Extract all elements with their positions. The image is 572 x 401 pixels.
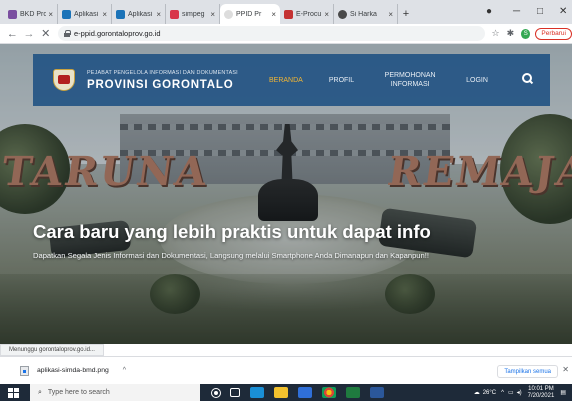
tab-title: Aplikasi	[128, 10, 153, 18]
org-title: PROVINSI GORONTALO	[87, 78, 234, 91]
show-all-downloads-button[interactable]: Tampilkan semua	[497, 365, 558, 378]
network-icon[interactable]: ▭	[508, 389, 514, 396]
site-header: PEJABAT PENGELOLA INFORMASI DAN DOKUMENT…	[33, 54, 550, 106]
browser-tab-active[interactable]: PPID Pr ×	[220, 4, 280, 24]
clock[interactable]: 10:01 PM 7/20/2021	[528, 386, 555, 400]
download-options-icon[interactable]: ^	[123, 367, 126, 374]
menu-permohonan-informasi[interactable]: PERMOHONAN INFORMASI	[380, 71, 440, 89]
weather-icon[interactable]: ☁	[474, 389, 480, 396]
browser-tab[interactable]: Aplikasi ×	[112, 4, 166, 24]
weather-temp[interactable]: 26°C	[483, 390, 496, 396]
volume-icon[interactable]: ◂)	[517, 389, 522, 396]
update-button[interactable]: Perbarui	[535, 27, 572, 40]
download-filename[interactable]: aplikasi-simda-bmd.png	[37, 367, 109, 374]
browser-tab[interactable]: simpeg ×	[166, 4, 220, 24]
back-icon[interactable]: ←	[4, 28, 21, 40]
update-label: Perbarui	[541, 30, 566, 37]
tab-favicon-icon	[170, 9, 179, 19]
close-window-button[interactable]: ✕	[559, 3, 567, 19]
file-explorer-icon[interactable]	[274, 387, 288, 398]
system-tray: ☁ 26°C ^ ▭ ◂) 10:01 PM 7/20/2021 ▤	[474, 384, 566, 401]
site-brand[interactable]: PEJABAT PENGELOLA INFORMASI DAN DOKUMENT…	[87, 70, 238, 91]
browser-window: { "tabs": [ {"title": "BKD Pro", "color"…	[0, 0, 572, 401]
taskbar-search[interactable]: ⌕ Type here to search	[30, 384, 200, 401]
web-page-viewport: TARUNA REMAJA PEJABAT PENGELOLA INFORMAS…	[0, 44, 572, 344]
image-file-icon[interactable]	[20, 365, 29, 376]
status-bar: Menunggu gorontaloprov.go.id...	[0, 344, 104, 356]
cortana-icon[interactable]	[212, 388, 220, 397]
bookmark-star-icon[interactable]: ☆	[492, 28, 500, 39]
tab-title: E-Procu	[296, 10, 322, 18]
org-subtitle: PEJABAT PENGELOLA INFORMASI DAN DOKUMENT…	[87, 69, 238, 76]
task-view-icon[interactable]	[230, 388, 240, 397]
close-shelf-icon[interactable]: ✕	[562, 365, 569, 374]
browser-tab[interactable]: Si Harka ×	[334, 4, 398, 24]
tab-favicon-icon	[8, 9, 17, 19]
search-icon: ⌕	[38, 388, 42, 396]
tab-close-icon[interactable]: ×	[324, 10, 329, 19]
tab-favicon-icon	[224, 9, 233, 19]
notifications-icon[interactable]: ▤	[560, 389, 566, 396]
tab-close-icon[interactable]: ×	[48, 10, 53, 19]
download-shelf: aplikasi-simda-bmd.png ^ Tampilkan semua…	[0, 356, 572, 384]
minimize-button[interactable]: ─	[513, 3, 520, 19]
site-menu: BERANDA PROFIL PERMOHONAN INFORMASI LOGI…	[269, 54, 488, 106]
tab-title: BKD Pro	[20, 10, 47, 18]
stop-icon[interactable]: ✕	[37, 27, 54, 40]
store-icon[interactable]	[298, 387, 312, 398]
tab-close-icon[interactable]: ×	[102, 10, 107, 19]
tab-close-icon[interactable]: ×	[210, 10, 215, 19]
status-text: Menunggu gorontaloprov.go.id...	[9, 347, 95, 353]
tab-close-icon[interactable]: ×	[156, 10, 161, 19]
word-icon[interactable]	[370, 387, 384, 398]
menu-login[interactable]: LOGIN	[466, 77, 488, 84]
windows-taskbar: ⌕ Type here to search ☁ 26°C ^ ▭ ◂) 10:0…	[0, 384, 572, 401]
tab-favicon-icon	[116, 9, 125, 19]
clock-date: 7/20/2021	[527, 392, 555, 399]
tab-title: Si Harka	[350, 10, 377, 18]
excel-icon[interactable]	[346, 387, 360, 398]
tab-favicon-icon	[338, 9, 347, 19]
new-tab-button[interactable]: +	[398, 4, 414, 24]
extensions-icon[interactable]: ✱	[507, 28, 515, 39]
browser-tab[interactable]: BKD Pro ×	[4, 4, 58, 24]
forward-icon[interactable]: →	[21, 28, 38, 40]
tab-favicon-icon	[284, 9, 293, 19]
tab-strip: BKD Pro × Aplikasi × Aplikasi × simpeg × PPI…	[0, 0, 572, 24]
search-icon[interactable]	[522, 73, 534, 85]
show-all-label: Tampilkan semua	[504, 368, 551, 375]
menu-beranda[interactable]: BERANDA	[269, 77, 303, 84]
tab-title: PPID Pr	[236, 10, 262, 18]
menu-profil[interactable]: PROFIL	[329, 77, 354, 84]
edge-icon[interactable]	[250, 387, 264, 398]
address-bar[interactable]: e-ppid.gorontaloprov.go.id	[58, 26, 485, 41]
hero-description: Dapatkan Segala Jenis Informasi dan Doku…	[33, 251, 429, 260]
chrome-icon[interactable]	[322, 387, 336, 398]
account-icon[interactable]: ●	[486, 3, 492, 19]
tray-overflow-icon[interactable]: ^	[501, 390, 504, 396]
gorontalo-logo[interactable]	[49, 67, 79, 93]
windows-start-icon[interactable]	[8, 387, 20, 398]
tab-title: simpeg	[182, 10, 205, 18]
browser-toolbar: ← → ✕ e-ppid.gorontaloprov.go.id ☆ ✱ S P…	[0, 24, 572, 44]
profile-avatar[interactable]: S	[521, 28, 531, 39]
tab-favicon-icon	[62, 9, 71, 19]
browser-tab[interactable]: Aplikasi ×	[58, 4, 112, 24]
taskbar-search-placeholder: Type here to search	[47, 389, 110, 396]
tab-title: Aplikasi	[74, 10, 99, 18]
lock-icon[interactable]	[64, 30, 72, 37]
address-url[interactable]: e-ppid.gorontaloprov.go.id	[74, 29, 161, 38]
browser-tab[interactable]: E-Procu ×	[280, 4, 334, 24]
maximize-button[interactable]: □	[537, 3, 543, 19]
tab-close-icon[interactable]: ×	[388, 10, 393, 19]
hero-headline: Cara baru yang lebih praktis untuk dapat…	[33, 221, 431, 242]
tab-close-icon[interactable]: ×	[271, 10, 276, 19]
clock-time: 10:01 PM	[528, 385, 554, 392]
